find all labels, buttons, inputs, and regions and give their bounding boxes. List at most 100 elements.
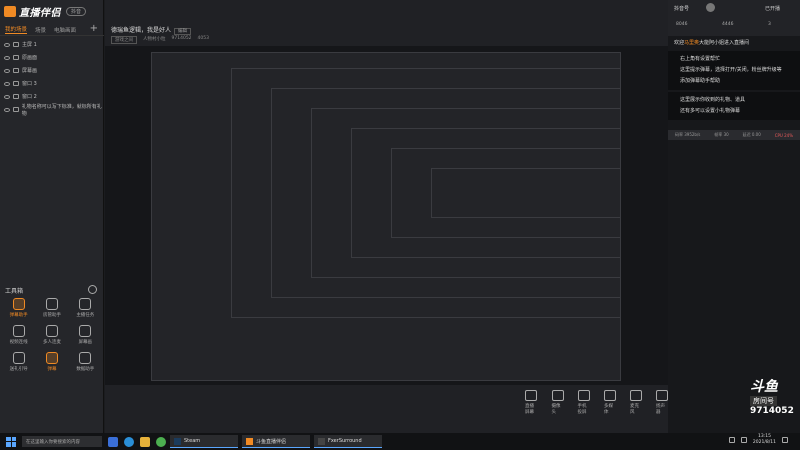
eye-icon[interactable] [4,55,10,60]
tool-screen-draw[interactable]: 屏幕画 [69,325,102,345]
volume-icon[interactable] [740,437,747,443]
chat-message: 这里展示你收到的礼物、道具 [680,97,746,103]
chat-message: 这里提示弹幕，选择打开/关闭，粉丝牌升级等 [680,67,782,73]
live-preview[interactable] [105,46,668,385]
chat-card: 这里展示你收到的礼物、道具 还有多可以设置小礼物弹幕 [668,92,800,120]
media-icon [604,390,616,401]
app-label: Steam [184,438,201,444]
layer-item[interactable]: 窗口 2 [0,90,104,103]
phone-icon [577,390,590,401]
chrome-icon[interactable] [156,436,166,447]
folder-icon[interactable] [140,436,150,447]
layer-label: 窗口 2 [22,94,37,100]
clock[interactable]: 13:15 2021/8/11 [753,434,776,446]
eye-icon[interactable] [4,81,10,86]
room-title: 德瑞鱼逻辑，我是好人 编辑 [111,25,192,35]
stat-followers: 8046 [676,22,688,27]
tool-danmu-helper[interactable]: 弹幕助手 [2,298,35,318]
room-title-text: 德瑞鱼逻辑，我是好人 [111,27,172,34]
tool-multi-mic[interactable]: 多人连麦 [35,325,68,345]
taskbar-app-companion[interactable]: 斗鱼直播伴侣 [242,435,310,448]
task-view-icon[interactable] [108,436,118,447]
edit-title-button[interactable]: 编辑 [174,28,192,35]
latency-stat: 延迟 0.00 [742,132,761,137]
tool-label: 多人连麦 [42,340,61,345]
window-icon [13,81,19,86]
sidebar: 直播伴侣 抖音 我的场景 场景 电脑画面 + 主屏 1 原画面 屏幕画 窗口 3… [0,0,104,433]
tool-anchor-task[interactable]: 主播任务 [69,298,102,318]
taskbar: 在这里输入你要搜索的内容 Steam 斗鱼直播伴侣 FxerSurround 1… [0,433,800,450]
layer-item[interactable]: 屏幕画 [0,64,104,77]
tool-data-helper[interactable]: 数据助手 [69,352,102,372]
window-icon [13,94,19,99]
avatar[interactable] [706,3,715,12]
tab-desktop[interactable]: 电脑画面 [54,26,76,34]
tool-danmu[interactable]: 弹幕 [35,352,68,372]
tool-room-manager[interactable]: 房管助手 [35,298,68,318]
logo-text: 直播伴侣 [19,8,61,19]
layer-label: 礼物名称可以写下标准，就标所有礼物 [21,103,102,117]
system-tray: 13:15 2021/8/11 [728,434,788,446]
category-button[interactable]: 游戏之间 [111,36,137,44]
network-icon[interactable] [728,437,735,443]
layer-item[interactable]: 主屏 1 [0,38,104,51]
tool-gift-guide[interactable]: 送礼引导 [2,352,35,372]
layer-item[interactable]: 礼物名称可以写下标准，就标所有礼物 [0,103,104,117]
camera-button[interactable]: 摄像头 [551,390,564,415]
speaker-icon [656,390,668,401]
eye-icon[interactable] [4,107,10,112]
bottom-toolbar: 直播屏幕 摄像头 手机投屏 多媒体 麦克风 扬声器 [525,390,668,415]
bt-label: 扬声器 [656,404,665,415]
shield-icon [45,298,58,310]
tool-label: 送礼引导 [9,367,28,372]
gear-icon[interactable] [88,285,97,294]
fps-stat: 帧率 30 [714,132,729,137]
monitor-icon [13,42,19,47]
room-meta-name: 人物村小粒 [143,37,166,42]
layer-item[interactable]: 原画面 [0,51,104,64]
eye-icon[interactable] [4,42,10,47]
speaker-button[interactable]: 扬声器 [656,390,668,415]
edge-icon[interactable] [124,436,134,447]
tool-label: 数据助手 [76,367,95,372]
chat-message: 右上角有设置帮忙 [680,56,721,62]
companion-icon [246,437,253,445]
room-meta-count: 4053 [197,36,209,41]
taskbar-app-fxsound[interactable]: FxerSurround [314,435,382,448]
right-panel: 抖音号 已开播 8046 4446 3 欢迎马里奥大能阿小姐进入直播间 右上角有… [668,0,800,433]
pen-icon [79,325,92,337]
bt-label: 麦克风 [630,404,639,415]
scene-tabs: 我的场景 场景 电脑画面 [0,24,104,36]
media-button[interactable]: 多媒体 [604,390,616,415]
chat-message: 还有多可以设置小礼物弹幕 [680,108,741,114]
camera-icon [13,55,19,60]
tool-video-link[interactable]: 视频连线 [2,325,35,345]
phone-cast-button[interactable]: 手机投屏 [578,390,591,415]
task-icon [79,298,92,310]
layer-item[interactable]: 窗口 3 [0,77,104,90]
stream-stats: 码率 3952b/s 帧率 30 延迟 0.00 CPU 24% [668,130,800,140]
add-scene-icon[interactable]: + [90,23,98,34]
bt-label: 手机投屏 [577,404,587,415]
eye-icon[interactable] [4,94,10,99]
tab-my-scenes[interactable]: 我的场景 [5,25,28,34]
screen-capture-button[interactable]: 直播屏幕 [525,390,538,415]
app-label: FxerSurround [328,438,362,444]
windows-start-icon[interactable] [6,436,16,447]
eye-icon[interactable] [4,68,10,73]
text-icon [12,107,19,112]
tab-scenes[interactable]: 场景 [35,26,46,34]
live-status: 已开播 [765,6,781,12]
notification-icon[interactable] [782,437,788,443]
video-icon [12,325,25,337]
chat-message: 添加弹幕助手帮助 [680,78,721,84]
tool-label: 视频连线 [9,340,28,345]
mic-button[interactable]: 麦克风 [630,390,642,415]
room-number: 9714052 [750,406,794,416]
taskbar-search[interactable]: 在这里输入你要搜索的内容 [22,436,102,447]
taskbar-app-steam[interactable]: Steam [170,435,238,448]
version-badge[interactable]: 抖音 [66,7,87,16]
mic-icon [630,390,642,401]
chat-text: 大能阿小姐进入直播间 [699,40,750,46]
chat-prefix: 欢迎 [674,40,685,46]
